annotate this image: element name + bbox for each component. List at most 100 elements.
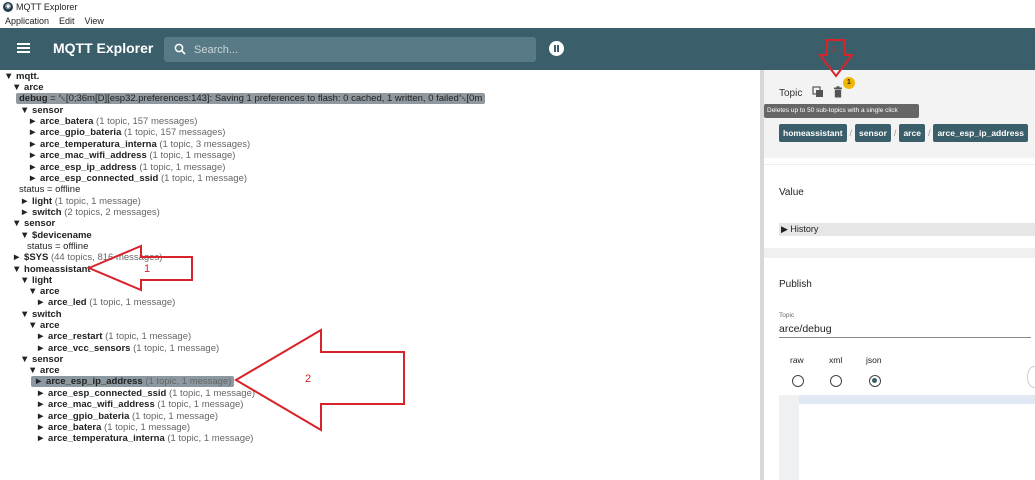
tree-row[interactable]: ▼ mqtt. bbox=[4, 71, 68, 82]
tree-row[interactable]: ► arce_esp_ip_address (1 topic, 1 messag… bbox=[28, 162, 225, 173]
tree-row[interactable]: ▼ switch bbox=[20, 309, 62, 320]
tree-row[interactable]: ▼ light bbox=[20, 275, 52, 286]
tree-row[interactable]: ▼ sensor bbox=[20, 354, 63, 365]
tree-node-meta: (1 topic, 1 message) bbox=[164, 433, 254, 444]
tree-node-name: ► arce_batera bbox=[28, 116, 94, 127]
tree-row[interactable]: ► arce_esp_connected_ssid (1 topic, 1 me… bbox=[36, 388, 255, 399]
tree-row[interactable]: ▼ arce bbox=[12, 82, 44, 93]
tree-row[interactable]: ► arce_restart (1 topic, 1 message) bbox=[36, 331, 191, 342]
tree-row[interactable]: ► arce_batera (1 topic, 157 messages) bbox=[28, 116, 197, 127]
tree-node-meta: (1 topic, 1 message) bbox=[166, 388, 256, 399]
tree-row[interactable]: ▼ sensor bbox=[20, 105, 63, 116]
tree-node-name: ▼ homeassistant bbox=[12, 264, 91, 275]
format-radio-json[interactable] bbox=[869, 375, 881, 387]
value-heading: Value bbox=[779, 187, 804, 198]
tree-node-name: ▼ $devicename bbox=[20, 230, 92, 241]
copy-icon[interactable] bbox=[812, 86, 824, 98]
tree-node-name: ► arce_temperatura_interna bbox=[36, 433, 165, 444]
tree-node-name: ► arce_esp_ip_address bbox=[34, 376, 143, 387]
tree-node-name: ▼ sensor bbox=[20, 354, 64, 365]
tree-node-name: ► arce_gpio_bateria bbox=[36, 411, 130, 422]
topic-heading: Topic bbox=[779, 88, 803, 99]
menu-bar: Application Edit View bbox=[0, 14, 1035, 28]
tree-node-name: ▼ switch bbox=[20, 309, 62, 320]
app-title: MQTT Explorer bbox=[53, 40, 154, 56]
tree-node-name: ► light bbox=[20, 196, 53, 207]
tree-node-name: ► arce_gpio_bateria bbox=[28, 127, 122, 138]
tree-row[interactable]: ► arce_batera (1 topic, 1 message) bbox=[36, 422, 190, 433]
panel-scroll-handle[interactable] bbox=[1027, 366, 1035, 388]
editor-active-line bbox=[799, 395, 1035, 404]
tree-node-meta: (1 topic, 1 message) bbox=[136, 162, 226, 173]
editor-gutter bbox=[779, 395, 799, 480]
trash-icon[interactable] bbox=[832, 86, 844, 98]
tree-row[interactable]: ▼ arce bbox=[28, 320, 60, 331]
tree-row[interactable]: status = offline bbox=[19, 184, 80, 195]
tree-node-name: ▼ sensor bbox=[12, 218, 56, 229]
topic-tree[interactable]: ▼ mqtt. ▼ arce debug = ␛[0;36m[D][esp32.pr… bbox=[0, 70, 760, 480]
pause-button[interactable] bbox=[549, 41, 564, 56]
tree-node-meta: (1 topic, 1 message) bbox=[154, 399, 244, 410]
breadcrumb-separator: / bbox=[893, 128, 897, 138]
tree-row[interactable]: ► light (1 topic, 1 message) bbox=[20, 196, 141, 207]
search-box[interactable] bbox=[164, 37, 536, 62]
tree-node-name: status bbox=[19, 184, 45, 195]
tree-row[interactable]: ► arce_vcc_sensors (1 topic, 1 message) bbox=[36, 343, 219, 354]
tree-node-meta: (1 topic, 157 messages) bbox=[121, 127, 226, 138]
publish-section: Publish Topic raw xml json bbox=[764, 258, 1035, 480]
tree-row[interactable]: ► arce_esp_ip_address (1 topic, 1 messag… bbox=[31, 376, 235, 387]
tree-node-name: ▼ sensor bbox=[20, 105, 64, 116]
breadcrumb-chip[interactable]: arce bbox=[899, 124, 925, 142]
tree-row[interactable]: ► arce_gpio_bateria (1 topic, 157 messag… bbox=[28, 127, 225, 138]
breadcrumb-separator: / bbox=[927, 128, 931, 138]
tree-row[interactable]: ► arce_temperatura_interna (1 topic, 3 m… bbox=[28, 139, 250, 150]
breadcrumb-chip[interactable]: sensor bbox=[855, 124, 891, 142]
format-radio-raw[interactable] bbox=[792, 375, 804, 387]
tree-node-meta: (44 topics, 816 messages) bbox=[48, 252, 163, 263]
breadcrumb-chip[interactable]: arce_esp_ip_address bbox=[933, 124, 1028, 142]
publish-topic-input[interactable] bbox=[779, 321, 1031, 338]
menu-edit[interactable]: Edit bbox=[54, 14, 80, 28]
tree-node-name: ► arce_mac_wifi_address bbox=[36, 399, 155, 410]
menu-application[interactable]: Application bbox=[0, 14, 54, 28]
tree-node-name: ► arce_mac_wifi_address bbox=[28, 150, 147, 161]
tree-row[interactable]: ▼ arce bbox=[28, 365, 60, 376]
tree-row[interactable]: ► arce_mac_wifi_address (1 topic, 1 mess… bbox=[28, 150, 235, 161]
tree-row[interactable]: debug = ␛[0;36m[D][esp32.preferences:143… bbox=[16, 93, 486, 104]
tree-row[interactable]: ▼ arce bbox=[28, 286, 60, 297]
tree-node-meta: (1 topic, 1 message) bbox=[142, 376, 232, 387]
tree-row[interactable]: status = offline bbox=[27, 241, 88, 252]
tree-node-name: ▼ arce bbox=[28, 320, 60, 331]
menu-icon[interactable] bbox=[17, 43, 30, 53]
tree-node-meta: (1 topic, 157 messages) bbox=[93, 116, 198, 127]
mqtt-explorer-logo-icon: ◉ bbox=[3, 2, 13, 12]
tree-row[interactable]: ▼ $devicename bbox=[20, 230, 92, 241]
tree-node-name: status bbox=[27, 241, 53, 252]
payload-editor[interactable] bbox=[779, 395, 1035, 480]
window-title: MQTT Explorer bbox=[16, 2, 78, 12]
tree-node-meta: (2 topics, 2 messages) bbox=[61, 207, 160, 218]
tree-row[interactable]: ▼ sensor bbox=[12, 218, 55, 229]
tree-row[interactable]: ► arce_gpio_bateria (1 topic, 1 message) bbox=[36, 411, 218, 422]
format-radio-xml[interactable] bbox=[830, 375, 842, 387]
history-toggle[interactable]: ▶ History bbox=[779, 223, 1035, 236]
search-input[interactable] bbox=[194, 41, 524, 58]
annotation-label-2: 2 bbox=[305, 373, 312, 385]
tree-row[interactable]: ► arce_esp_connected_ssid (1 topic, 1 me… bbox=[28, 173, 247, 184]
annotation-label-1: 1 bbox=[144, 263, 151, 275]
tree-node-name: ► switch bbox=[20, 207, 62, 218]
tree-node-value: = offline bbox=[52, 241, 89, 252]
tree-row[interactable]: ► arce_led (1 topic, 1 message) bbox=[36, 297, 175, 308]
tree-node-meta: (1 topic, 1 message) bbox=[129, 411, 219, 422]
tree-row[interactable]: ► arce_mac_wifi_address (1 topic, 1 mess… bbox=[36, 399, 243, 410]
format-label-json: json bbox=[866, 355, 882, 365]
tree-row[interactable]: ► switch (2 topics, 2 messages) bbox=[20, 207, 160, 218]
app-header: MQTT Explorer bbox=[0, 28, 1035, 70]
tree-row[interactable]: ► arce_temperatura_interna (1 topic, 1 m… bbox=[36, 433, 253, 444]
tree-row[interactable]: ► $SYS (44 topics, 816 messages) bbox=[12, 252, 162, 263]
breadcrumb-chip[interactable]: homeassistant bbox=[779, 124, 847, 142]
menu-view[interactable]: View bbox=[80, 14, 109, 28]
tree-node-value: = ␛[0;36m[D][esp32.preferences:143]: Sav… bbox=[47, 93, 483, 104]
tree-row[interactable]: ▼ homeassistant bbox=[12, 264, 91, 275]
delete-count-badge: 1 bbox=[843, 77, 855, 89]
